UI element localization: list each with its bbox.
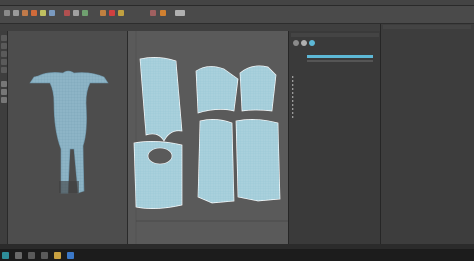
snap-point-icon[interactable]: [82, 10, 88, 16]
select-icon[interactable]: [4, 10, 10, 16]
ipr-icon[interactable]: [109, 10, 115, 16]
input-field[interactable]: [307, 60, 373, 62]
circle-icon[interactable]: [293, 40, 299, 46]
lasso-tool-icon[interactable]: [1, 43, 7, 49]
snapshot-icon[interactable]: [160, 10, 166, 16]
render-icon[interactable]: [100, 10, 106, 16]
move-tool-icon[interactable]: [1, 51, 7, 57]
lasso-icon[interactable]: [13, 10, 19, 16]
move-icon[interactable]: [31, 10, 37, 16]
windows-icon[interactable]: [15, 251, 22, 259]
sphere-icon[interactable]: [301, 40, 307, 46]
layout-icon[interactable]: [1, 97, 7, 103]
browser-icon[interactable]: [67, 251, 74, 259]
tool-box: [0, 31, 8, 244]
section-row[interactable]: [292, 83, 296, 86]
layout-icon[interactable]: [1, 89, 7, 95]
search-icon[interactable]: [28, 251, 35, 259]
section-row[interactable]: [292, 75, 296, 78]
section-row[interactable]: [292, 103, 296, 106]
scale-icon[interactable]: [49, 10, 55, 16]
snap-curve-icon[interactable]: [73, 10, 79, 16]
select-tool-icon[interactable]: [1, 35, 7, 41]
section-row[interactable]: [292, 91, 296, 94]
active-field[interactable]: [307, 55, 373, 58]
rotate-icon[interactable]: [40, 10, 46, 16]
workspace-icon[interactable]: [175, 10, 185, 16]
section-row[interactable]: [292, 115, 296, 118]
scale-tool-icon[interactable]: [1, 67, 7, 73]
settings-icon[interactable]: [118, 10, 124, 16]
rotate-tool-icon[interactable]: [1, 59, 7, 65]
shelf-toolbar: [0, 6, 474, 24]
section-row[interactable]: [292, 95, 296, 98]
file-explorer-icon[interactable]: [54, 251, 61, 259]
uv-icon[interactable]: [309, 40, 315, 46]
section-row[interactable]: [292, 107, 296, 110]
perspective-viewport[interactable]: [8, 31, 128, 244]
uv-editor[interactable]: [128, 31, 288, 244]
layout-icon[interactable]: [1, 81, 7, 87]
section-row[interactable]: [292, 79, 296, 82]
section-row[interactable]: [292, 99, 296, 102]
uv-shells: [133, 31, 288, 244]
section-row[interactable]: [292, 87, 296, 90]
snap-grid-icon[interactable]: [64, 10, 70, 16]
paint-icon[interactable]: [22, 10, 28, 16]
body-mesh: [29, 70, 109, 194]
task-view-icon[interactable]: [41, 251, 48, 259]
channel-box: [380, 24, 474, 244]
maya-icon[interactable]: [2, 251, 9, 259]
uv-toolkit-panel: [288, 31, 380, 244]
section-row[interactable]: [292, 111, 296, 114]
channel-box-header: [383, 25, 471, 29]
camera-icon[interactable]: [150, 10, 156, 16]
taskbar: [0, 249, 474, 261]
panel-header: [291, 33, 379, 37]
